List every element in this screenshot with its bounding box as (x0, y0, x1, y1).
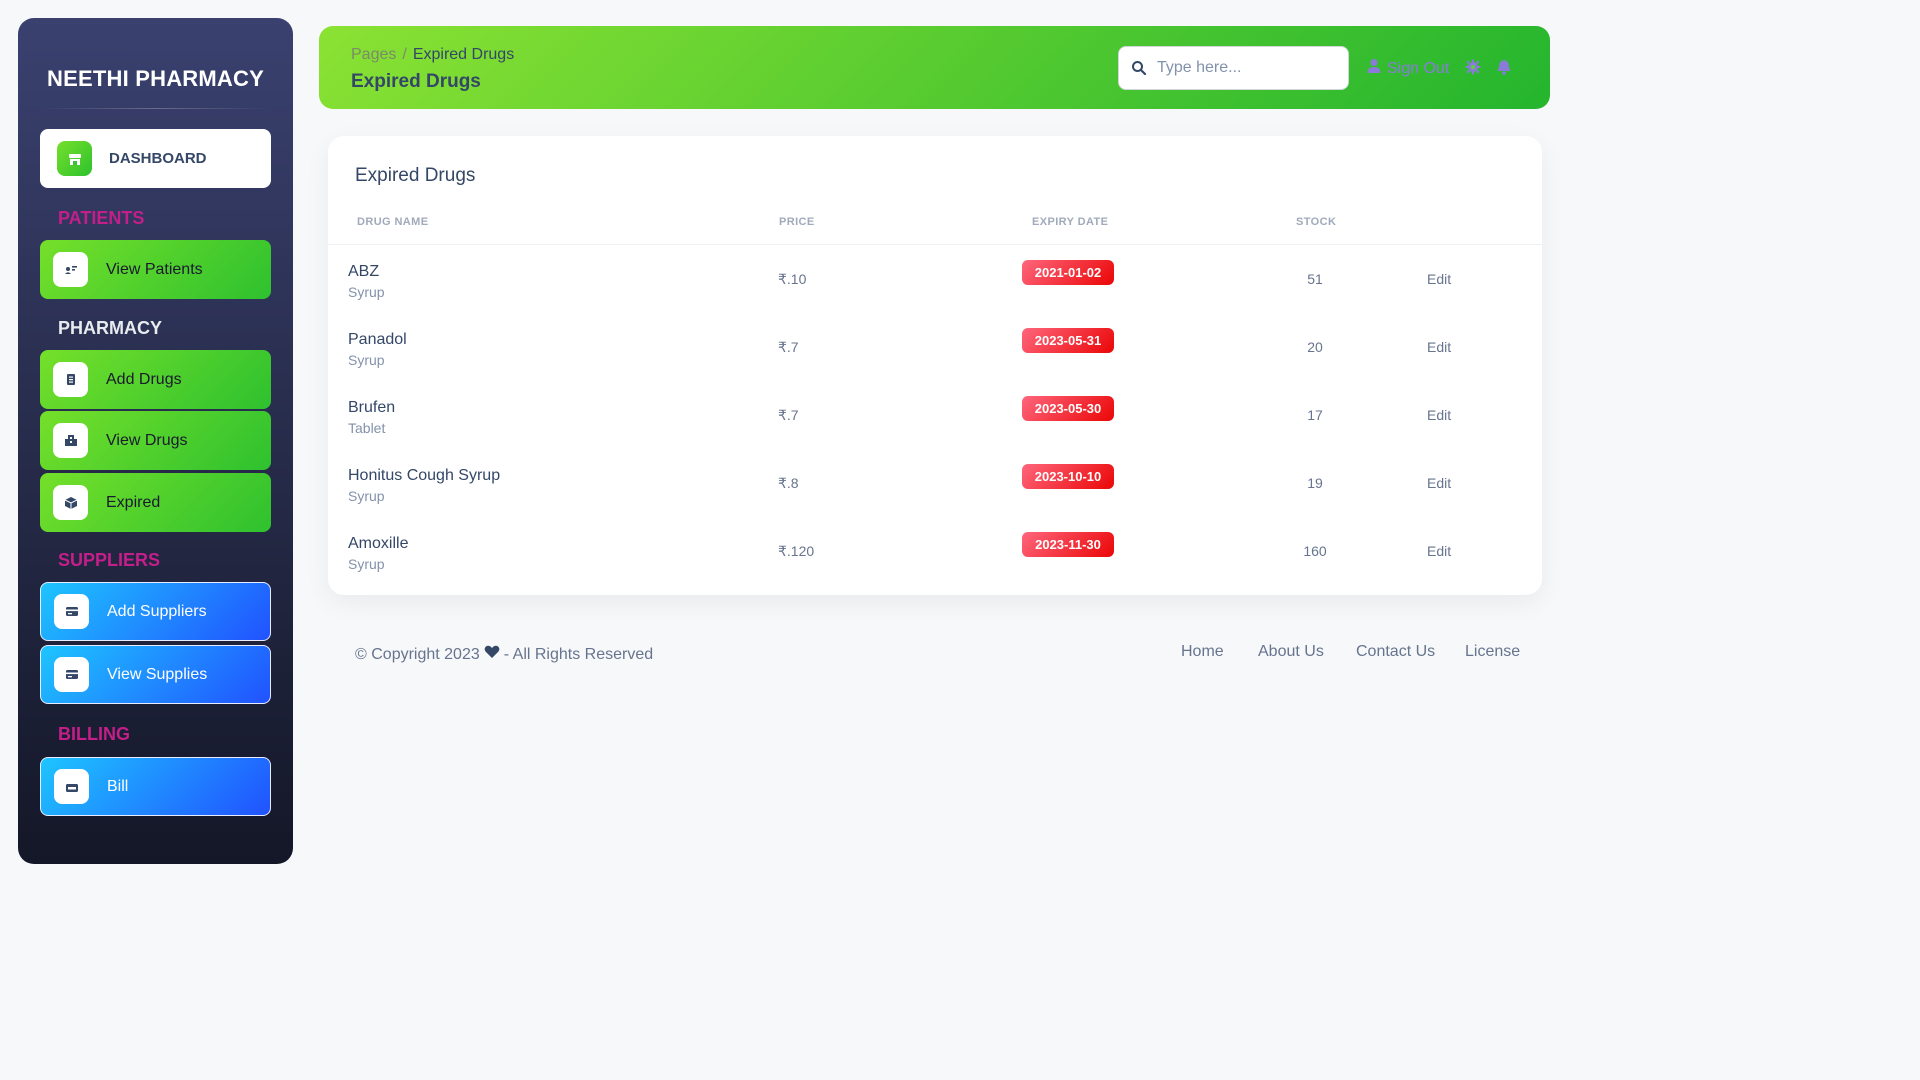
table-row: Amoxille Syrup ₹.120 2023-11-30 160 Edit (328, 532, 1542, 603)
drug-type: Syrup (348, 488, 385, 504)
drug-price: ₹.7 (778, 407, 799, 423)
footer-link-license[interactable]: License (1465, 643, 1520, 661)
credit-card-icon (54, 657, 89, 692)
drug-name: Amoxille (348, 535, 409, 552)
sidebar-item-label: Add Drugs (106, 370, 182, 388)
drug-price: ₹.7 (778, 339, 799, 355)
document-icon (53, 362, 88, 397)
sidebar-item-view-patients[interactable]: View Patients (40, 240, 271, 299)
wallet-icon (54, 769, 89, 804)
page-title: Expired Drugs (351, 71, 481, 92)
box-icon (53, 485, 88, 520)
table-row: Honitus Cough Syrup Syrup ₹.8 2023-10-10… (328, 464, 1542, 535)
search-icon (1131, 60, 1147, 76)
section-label-suppliers: SUPPLIERS (58, 550, 161, 570)
drug-name: Honitus Cough Syrup (348, 467, 501, 484)
sidebar-item-add-drugs[interactable]: Add Drugs (40, 350, 271, 409)
footer-link-contact-us[interactable]: Contact Us (1356, 643, 1435, 661)
section-label-patients: PATIENTS (58, 208, 145, 228)
drug-stock: 19 (1307, 475, 1323, 491)
drug-type: Tablet (348, 420, 386, 436)
expiry-date-badge: 2023-05-30 (1022, 396, 1114, 421)
drug-type: Syrup (348, 556, 385, 572)
sidebar-item-label: View Patients (106, 260, 203, 278)
section-label-billing: BILLING (58, 724, 130, 744)
expiry-date-badge: 2023-05-31 (1022, 328, 1114, 353)
credit-card-icon (54, 594, 89, 629)
edit-link[interactable]: Edit (1427, 543, 1451, 559)
search-box (1118, 46, 1349, 90)
footer-link-home[interactable]: Home (1181, 643, 1224, 661)
sidebar-item-label: View Drugs (106, 431, 188, 449)
user-card-icon (53, 252, 88, 287)
sidebar-item-expired[interactable]: Expired (40, 473, 271, 532)
edit-link[interactable]: Edit (1427, 407, 1451, 423)
drug-type: Syrup (348, 284, 385, 300)
sidebar-item-bill[interactable]: Bill (40, 757, 271, 816)
drug-stock: 20 (1307, 339, 1323, 355)
sidebar-item-view-drugs[interactable]: View Drugs (40, 411, 271, 470)
drug-price: ₹.8 (778, 475, 799, 491)
footer-copyright: © Copyright 2023 - All Rights Reserved (355, 645, 653, 664)
drug-stock: 51 (1307, 271, 1323, 287)
table-row: Panadol Syrup ₹.7 2023-05-31 20 Edit (328, 328, 1542, 399)
column-header-drug-name: DRUG NAME (357, 216, 429, 228)
drug-stock: 17 (1307, 407, 1323, 423)
brand-divider (40, 108, 271, 109)
expiry-date-badge: 2023-10-10 (1022, 464, 1114, 489)
rights-text: - All Rights Reserved (503, 645, 654, 663)
bell-icon[interactable] (1497, 59, 1511, 80)
table-header-divider (328, 244, 1542, 245)
table-row: ABZ Syrup ₹.10 2021-01-02 51 Edit (328, 260, 1542, 331)
building-icon (53, 423, 88, 458)
heart-icon (484, 645, 500, 664)
card-title: Expired Drugs (355, 165, 476, 186)
edit-link[interactable]: Edit (1427, 339, 1451, 355)
sidebar-item-dashboard[interactable]: DASHBOARD (40, 129, 271, 188)
drug-price: ₹.120 (778, 543, 815, 559)
drug-price: ₹.10 (778, 271, 807, 287)
drug-type: Syrup (348, 352, 385, 368)
breadcrumb-root[interactable]: Pages (351, 46, 396, 63)
breadcrumb-current: Expired Drugs (412, 46, 515, 63)
gear-icon[interactable] (1465, 59, 1481, 80)
column-header-stock: STOCK (1296, 216, 1337, 228)
user-icon (1367, 58, 1381, 79)
breadcrumb-separator: / (402, 46, 407, 63)
column-header-expiry-date: EXPIRY DATE (1032, 216, 1109, 228)
sidebar-item-label: Add Suppliers (107, 602, 207, 620)
edit-link[interactable]: Edit (1427, 475, 1451, 491)
footer-link-about-us[interactable]: About Us (1258, 643, 1324, 661)
brand-name: NEETHI PHARMACY (47, 66, 264, 91)
copyright-text: © Copyright 2023 (355, 645, 480, 663)
top-navbar: Pages / Expired Drugs Expired Drugs Sign O… (319, 26, 1550, 109)
drug-name: Brufen (348, 399, 396, 416)
sign-out-label: Sign Out (1387, 59, 1450, 77)
sign-out-link[interactable]: Sign Out (1367, 58, 1449, 79)
sidebar-item-label: Expired (106, 493, 161, 511)
drug-name: Panadol (348, 331, 407, 348)
edit-link[interactable]: Edit (1427, 271, 1451, 287)
sidebar-item-label: DASHBOARD (109, 150, 207, 167)
section-label-pharmacy: PHARMACY (58, 318, 163, 338)
breadcrumb: Pages / Expired Drugs (351, 46, 514, 64)
table-row: Brufen Tablet ₹.7 2023-05-30 17 Edit (328, 396, 1542, 467)
sidebar-item-view-supplies[interactable]: View Supplies (40, 645, 271, 704)
sidebar: NEETHI PHARMACY DASHBOARD PATIENTS View … (18, 18, 293, 864)
sidebar-item-label: View Supplies (107, 665, 208, 683)
drug-name: ABZ (348, 263, 380, 280)
expiry-date-badge: 2021-01-02 (1022, 260, 1114, 285)
store-icon (57, 141, 92, 176)
expired-drugs-card: Expired Drugs DRUG NAME PRICE EXPIRY DAT… (328, 136, 1542, 595)
sidebar-item-add-suppliers[interactable]: Add Suppliers (40, 582, 271, 641)
expiry-date-badge: 2023-11-30 (1022, 532, 1114, 557)
column-header-price: PRICE (779, 216, 815, 228)
drug-stock: 160 (1303, 543, 1327, 559)
search-input[interactable] (1157, 59, 1327, 77)
sidebar-item-label: Bill (107, 777, 129, 795)
